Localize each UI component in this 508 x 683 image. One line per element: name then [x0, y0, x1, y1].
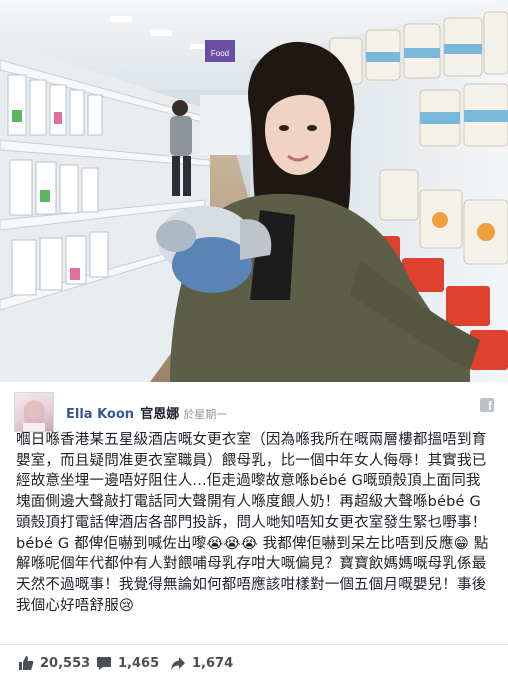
avatar-image [23, 399, 45, 431]
store-sign: Food [211, 49, 229, 58]
share-arrow-icon [171, 657, 185, 670]
facebook-icon[interactable]: f [480, 398, 494, 413]
author-line: Ella Koon 官恩娜 於星期一 [66, 403, 227, 422]
post-timestamp[interactable]: 於星期一 [183, 408, 227, 421]
like-count[interactable]: 20,553 [18, 655, 90, 671]
author-name-chinese[interactable]: 官恩娜 [140, 407, 179, 422]
reaction-bar: 20,553 1,465 1,674 [0, 644, 508, 683]
post-header: Ella Koon 官恩娜 於星期一 f [14, 392, 494, 432]
author-name[interactable]: Ella Koon [66, 407, 134, 422]
share-count[interactable]: 1,674 [170, 655, 233, 671]
selfie-illustration: Food [0, 0, 508, 382]
comment-icon [97, 657, 111, 670]
thumbs-up-icon [19, 656, 34, 670]
post-photo[interactable]: Food [0, 0, 508, 382]
avatar[interactable] [14, 392, 54, 432]
share-count-value: 1,674 [192, 655, 234, 671]
comment-count-value: 1,465 [118, 655, 160, 671]
like-count-value: 20,553 [40, 655, 91, 671]
comment-count[interactable]: 1,465 [96, 655, 159, 671]
post-text: 嗰日喺香港某五星級酒店嘅女更衣室（因為喺我所在嘅兩層樓都搵唔到育嬰室，而且疑問准… [16, 432, 489, 614]
facebook-post: Ella Koon 官恩娜 於星期一 f 嗰日喺香港某五星級酒店嘅女更衣室（因為… [0, 382, 508, 682]
